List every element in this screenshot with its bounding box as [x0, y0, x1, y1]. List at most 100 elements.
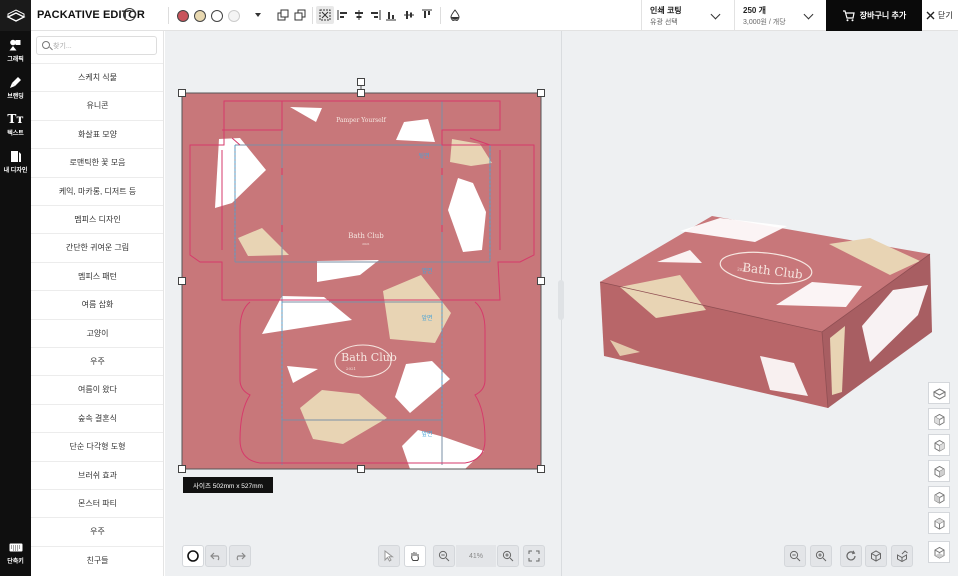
rail-label: 그래픽	[7, 57, 24, 63]
resize-handle-tr[interactable]	[537, 89, 545, 97]
category-item[interactable]: 스케치 식물	[31, 63, 163, 91]
quantity-subtitle: 3,000원 / 개당	[743, 19, 786, 26]
pan-tool-button[interactable]	[404, 545, 426, 567]
view-bottom-button[interactable]	[928, 541, 950, 563]
select-tool-button[interactable]	[378, 545, 400, 567]
category-item[interactable]: 멤피스 디자인	[31, 205, 163, 233]
graphics-sidebar: 스케치 식물유니콘화살표 모양로맨틱한 꽃 모음케익, 마카롱, 디저트 등멤피…	[31, 31, 164, 576]
align-center-icon[interactable]	[352, 8, 366, 22]
tagline-text: Pamper Yourself	[336, 117, 387, 124]
add-to-cart-label: 장바구니 추가	[859, 11, 907, 20]
undo-button[interactable]	[205, 545, 227, 567]
resize-handle-l[interactable]	[178, 277, 186, 285]
zoom-level: 41%	[456, 545, 496, 567]
search-input[interactable]	[53, 39, 153, 53]
view-iso-button[interactable]	[928, 382, 950, 404]
opacity-icon[interactable]	[448, 8, 462, 22]
category-item[interactable]: 여름 삽화	[31, 290, 163, 318]
rail-label: 브랜딩	[7, 94, 24, 100]
rail-item-branding[interactable]: 브랜딩	[0, 75, 31, 109]
logo[interactable]	[0, 0, 31, 31]
cube-bottom-icon	[934, 546, 944, 559]
align-right-icon[interactable]	[368, 8, 382, 22]
zoom-out-button[interactable]	[433, 545, 455, 567]
add-to-cart-button[interactable]: 장바구니 추가	[826, 0, 922, 31]
rotate-view-button[interactable]	[840, 545, 862, 567]
resize-handle-tl[interactable]	[178, 89, 186, 97]
finish-title: 인쇄 코팅	[650, 6, 682, 15]
send-backward-icon[interactable]	[293, 8, 307, 22]
cube-right-icon	[934, 439, 944, 452]
close-button[interactable]: 닫기	[926, 0, 958, 31]
color-swatch-red[interactable]	[177, 10, 189, 22]
view-top-button[interactable]	[928, 512, 950, 534]
redo-button[interactable]	[229, 545, 251, 567]
category-item[interactable]: 몬스터 파티	[31, 489, 163, 517]
category-item[interactable]: 화살표 모양	[31, 119, 163, 148]
bring-forward-icon[interactable]	[276, 8, 290, 22]
closed-box-button[interactable]	[865, 545, 887, 567]
chevron-down-icon	[803, 9, 814, 20]
zoom-in-button[interactable]	[497, 545, 519, 567]
search-box[interactable]	[36, 36, 157, 55]
undo-icon	[210, 552, 220, 561]
open-cube-icon	[897, 550, 908, 562]
category-item[interactable]: 숲속 결혼식	[31, 403, 163, 432]
category-item[interactable]: 간단한 귀여운 그림	[31, 233, 163, 261]
fit-screen-button[interactable]	[523, 545, 545, 567]
align-left-icon[interactable]	[336, 8, 350, 22]
resize-handle-bl[interactable]	[178, 465, 186, 473]
rail-item-shortcuts[interactable]: 단축키	[0, 540, 31, 574]
color-swatch-beige[interactable]	[194, 10, 206, 22]
tool-rail: 그래픽 브랜딩 Tт 텍스트 내 디자인 단축키	[0, 31, 31, 576]
category-item[interactable]: 우주	[31, 347, 163, 375]
background-color-button[interactable]	[182, 545, 204, 567]
3d-box-preview[interactable]: Bath Club 2021	[561, 31, 958, 576]
rail-item-text[interactable]: Tт 텍스트	[0, 112, 31, 146]
help-icon[interactable]: ?	[123, 8, 136, 21]
cube-top-icon	[934, 517, 944, 530]
view-left-button[interactable]	[928, 486, 950, 508]
category-item[interactable]: 케익, 마카롱, 디저트 등	[31, 176, 163, 205]
zoom-in-icon	[502, 550, 514, 562]
color-swatch-white[interactable]	[211, 10, 223, 22]
resize-handle-b[interactable]	[357, 465, 365, 473]
color-swatch-add[interactable]	[228, 10, 240, 22]
top-bar: PACKATIVE EDITOR ? 인쇄 코팅 유광 선택 250 개 3,0…	[0, 0, 958, 31]
align-bottom-icon[interactable]	[384, 8, 398, 22]
rotate-handle[interactable]	[357, 78, 365, 86]
resize-handle-r[interactable]	[537, 277, 545, 285]
category-item[interactable]: 브러쉬 효과	[31, 460, 163, 489]
open-box-button[interactable]	[891, 545, 913, 567]
category-item[interactable]: 우주	[31, 517, 163, 545]
finish-dropdown[interactable]: 인쇄 코팅 유광 선택	[641, 0, 735, 31]
resize-handle-br[interactable]	[537, 465, 545, 473]
3d-zoom-out-button[interactable]	[784, 545, 806, 567]
view-front-button[interactable]	[928, 408, 950, 430]
zoom-out-icon	[438, 550, 450, 562]
dieline-artwork[interactable]: Pamper Yourself Bath Club 2021 Bath Club…	[165, 31, 561, 576]
category-item[interactable]: 유니콘	[31, 91, 163, 119]
brand-text-small: Bath Club	[348, 232, 384, 240]
refresh-icon	[846, 550, 856, 561]
category-item[interactable]: 로맨틱한 꽃 모음	[31, 148, 163, 176]
category-item[interactable]: 멤피스 패턴	[31, 261, 163, 290]
view-back-button[interactable]	[928, 460, 950, 482]
finish-subtitle: 유광 선택	[650, 19, 678, 26]
color-dropdown-icon[interactable]	[251, 8, 265, 22]
size-tooltip: 사이즈 502mm x 527mm	[183, 477, 273, 493]
category-item[interactable]: 친구들	[31, 545, 163, 574]
3d-zoom-in-button[interactable]	[810, 545, 832, 567]
rail-item-graphics[interactable]: 그래픽	[0, 38, 31, 72]
align-top-icon[interactable]	[420, 8, 434, 22]
group-select-icon[interactable]	[316, 6, 334, 24]
category-item[interactable]: 단순 다각형 도형	[31, 432, 163, 460]
view-right-button[interactable]	[928, 434, 950, 456]
rail-item-my-design[interactable]: 내 디자인	[0, 149, 31, 183]
category-item[interactable]: 고양이	[31, 318, 163, 347]
quantity-dropdown[interactable]: 250 개 3,000원 / 개당	[734, 0, 826, 31]
align-middle-icon[interactable]	[402, 8, 416, 22]
category-item[interactable]: 여름이 왔다	[31, 375, 163, 403]
resize-handle-t[interactable]	[357, 89, 365, 97]
keyboard-icon	[9, 540, 23, 554]
